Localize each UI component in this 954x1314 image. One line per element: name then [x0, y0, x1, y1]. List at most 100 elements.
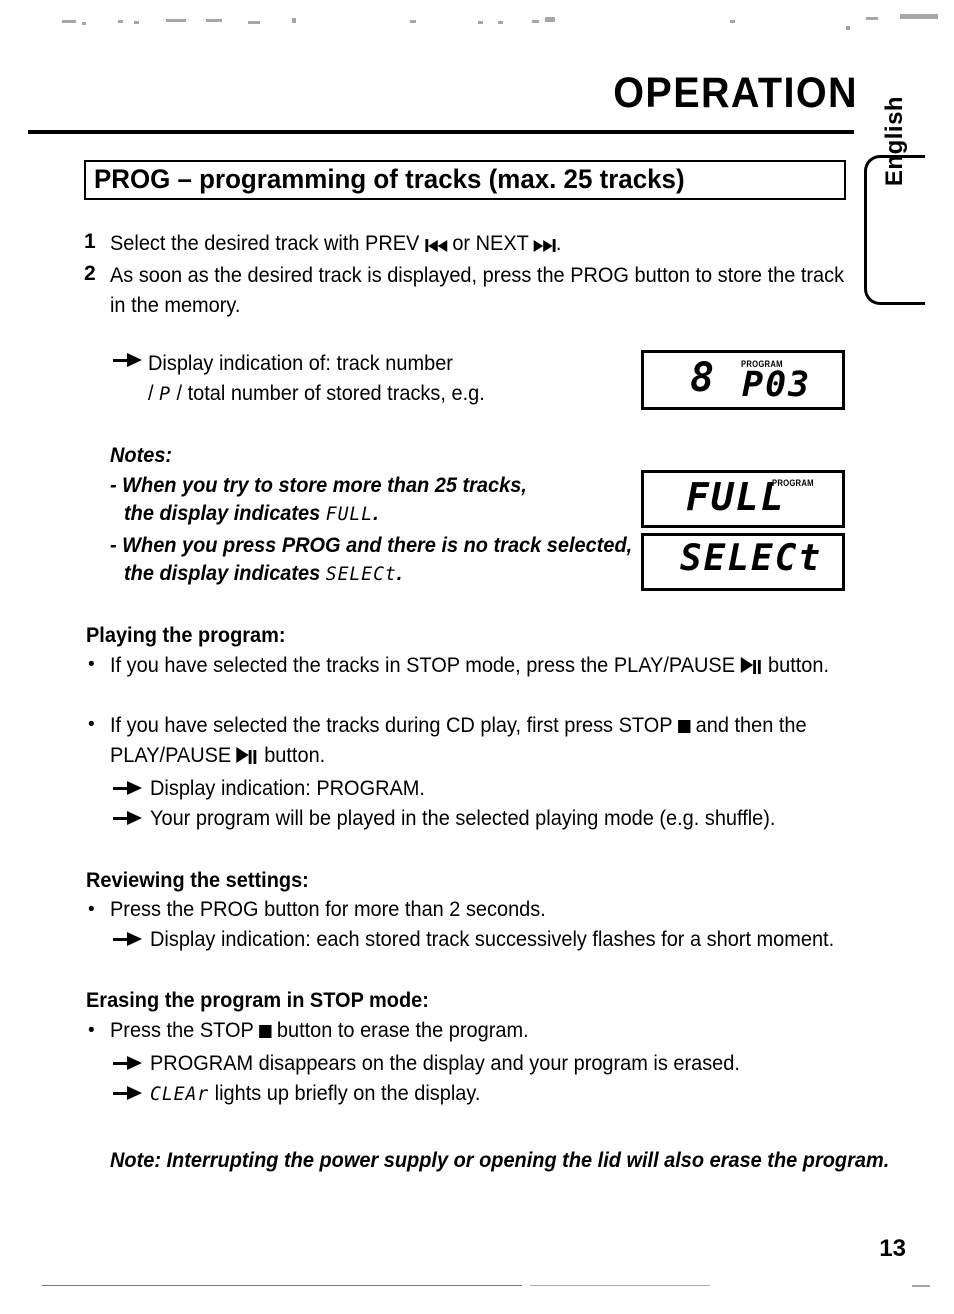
scan-artifact	[545, 17, 555, 22]
erasing-arrow-2: CLEAr lights up briefly on the display.	[150, 1080, 480, 1108]
page-number: 13	[879, 1235, 906, 1262]
erasing-bullet-1-before: Press the STOP	[110, 1019, 254, 1042]
lcd-panel-full: PROGRAM FULL	[641, 470, 845, 528]
scan-artifact	[530, 1285, 710, 1286]
page-title: OPERATION	[613, 69, 858, 117]
scan-artifact	[410, 20, 416, 23]
arrow-icon	[113, 1056, 143, 1070]
playing-bullet-2-mid: and then the	[695, 714, 807, 737]
reviewing-arrow-1: Display indication: each stored track su…	[150, 928, 835, 951]
reviewing-title: Reviewing the settings:	[86, 869, 309, 892]
scan-artifact	[118, 20, 123, 23]
next-icon	[534, 231, 556, 259]
pause-icon	[752, 660, 756, 674]
note-1-code: FULL	[325, 503, 374, 525]
bullet-icon: •	[88, 714, 95, 735]
scan-artifact	[206, 19, 222, 22]
playing-bullet-2-before: If you have selected the tracks during C…	[110, 714, 673, 737]
note-2-text: the display indicates	[124, 562, 321, 585]
header-rule	[28, 130, 854, 134]
note-2-end: .	[396, 562, 403, 585]
playing-bullet-1-after: button.	[768, 654, 830, 677]
bullet-icon: •	[88, 654, 95, 675]
scan-artifact	[292, 18, 296, 23]
arrow-icon	[113, 1086, 143, 1100]
playing-bullet-2-line-1: If you have selected the tracks during C…	[110, 712, 807, 740]
lcd-panel-track-program: 8 PROGRAM P03	[641, 350, 845, 410]
notes-title: Notes:	[110, 444, 173, 467]
note-1-line-2: the display indicates FULL.	[124, 500, 379, 528]
playing-bullet-2-line2-before: PLAY/PAUSE	[110, 744, 232, 767]
pause-icon	[757, 660, 761, 674]
pause-icon	[249, 750, 252, 764]
note-2-line-1: - When you press PROG and there is no tr…	[110, 534, 633, 557]
play-icon	[740, 657, 753, 673]
display-indication-line-1: Display indication of: track number	[148, 352, 453, 375]
playing-arrow-1: Display indication: PROGRAM.	[150, 777, 425, 800]
step-1-text-middle: or NEXT	[452, 232, 529, 255]
note-1-line-1: - When you try to store more than 25 tra…	[110, 474, 527, 497]
note-1-text: the display indicates	[124, 502, 321, 525]
step-2-line-1: As soon as the desired track is displaye…	[110, 264, 845, 287]
arrow-icon	[113, 781, 143, 795]
section-heading-box: PROG – programming of tracks (max. 25 tr…	[84, 160, 846, 200]
step-2-line-2: in the memory.	[110, 294, 241, 317]
display-indication-prefix: /	[148, 382, 154, 405]
display-indication-code: P	[159, 383, 171, 405]
scan-artifact	[478, 21, 483, 24]
playing-title: Playing the program:	[86, 624, 286, 647]
scan-artifact	[532, 20, 539, 23]
lcd-main-text: P03	[742, 365, 812, 405]
playing-bullet-1: If you have selected the tracks in STOP …	[110, 652, 829, 680]
scan-artifact	[866, 17, 878, 20]
scan-artifact	[730, 20, 735, 23]
scan-artifact	[248, 21, 260, 24]
arrow-icon	[113, 353, 143, 367]
language-tab: English	[864, 96, 925, 305]
display-indication-suffix: / total number of stored tracks, e.g.	[176, 382, 485, 405]
scan-artifact	[82, 22, 86, 25]
note-2-code: SELECt	[325, 563, 397, 585]
erasing-bullet-1-after: button to erase the program.	[276, 1019, 529, 1042]
scan-artifact	[498, 21, 503, 24]
reviewing-bullet-1: Press the PROG button for more than 2 se…	[110, 898, 546, 921]
step-2-number: 2	[84, 262, 96, 285]
stop-icon	[258, 1025, 272, 1038]
step-1-text-after: .	[555, 232, 562, 255]
lcd-panel-select: SELECt	[641, 533, 845, 591]
playing-arrow-2: Your program will be played in the selec…	[150, 807, 776, 830]
erasing-arrow-1: PROGRAM disappears on the display and yo…	[150, 1052, 740, 1075]
lcd-left-digit: 8	[690, 355, 717, 401]
playing-bullet-2-line2-after: button.	[264, 744, 326, 767]
play-icon	[236, 747, 250, 763]
scan-artifact	[62, 20, 76, 23]
pause-icon	[253, 750, 257, 764]
lcd-main-text: SELECt	[680, 538, 823, 579]
arrow-icon	[113, 811, 143, 825]
playing-bullet-2-line-2: PLAY/PAUSE button.	[110, 742, 325, 770]
erasing-arrow-2-text: lights up briefly on the display.	[214, 1082, 481, 1105]
erasing-bullet-1: Press the STOP button to erase the progr…	[110, 1017, 529, 1045]
scan-artifact	[166, 19, 186, 22]
arrow-icon	[113, 932, 143, 946]
bullet-icon: •	[88, 899, 95, 920]
note-1-end: .	[373, 502, 379, 525]
scan-artifact	[900, 14, 938, 19]
stop-icon	[677, 720, 691, 733]
bullet-icon: •	[88, 1020, 95, 1041]
footer-note: Note: Interrupting the power supply or o…	[110, 1149, 890, 1172]
prev-icon	[424, 231, 447, 259]
erasing-arrow-2-code: CLEAr	[150, 1083, 210, 1105]
scan-artifact	[846, 26, 850, 30]
scan-artifact	[912, 1285, 930, 1287]
display-indication-line-2: / P / total number of stored tracks, e.g…	[148, 380, 485, 408]
note-2-line-2: the display indicates SELECt.	[124, 560, 402, 588]
scan-artifact	[42, 1285, 522, 1286]
document-page: OPERATION English PROG – programming of …	[0, 0, 954, 1314]
erasing-title: Erasing the program in STOP mode:	[86, 989, 429, 1012]
language-tab-label: English	[881, 95, 908, 187]
step-1-text-before: Select the desired track with PREV	[110, 232, 420, 255]
step-1-text: Select the desired track with PREV or NE…	[110, 230, 561, 259]
lcd-main-text: FULL	[686, 475, 786, 519]
playing-bullet-1-before: If you have selected the tracks in STOP …	[110, 654, 736, 677]
